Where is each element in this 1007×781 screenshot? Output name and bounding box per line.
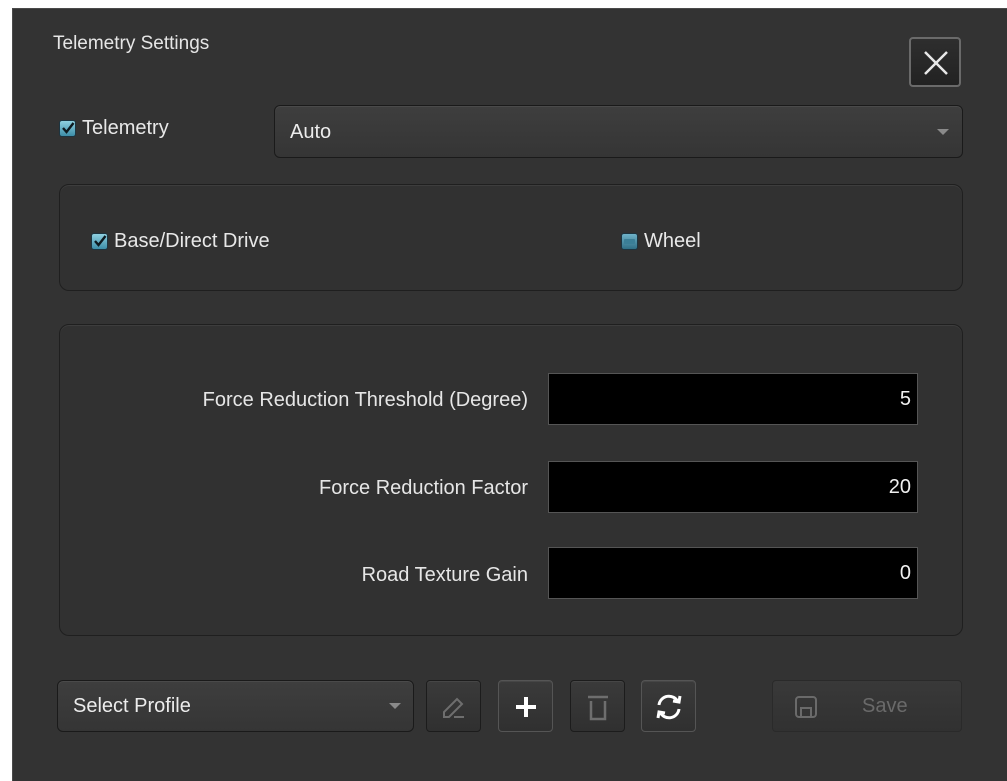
- profile-select-value: Select Profile: [73, 695, 191, 717]
- wheel-label: Wheel: [644, 230, 701, 252]
- checkbox-partial-icon: [621, 233, 638, 250]
- telemetry-mode-dropdown[interactable]: Auto: [274, 105, 963, 158]
- force-threshold-label: Force Reduction Threshold (Degree): [202, 389, 528, 411]
- force-factor-input[interactable]: 20: [548, 461, 918, 513]
- delete-icon: [588, 695, 608, 721]
- chevron-down-icon: [937, 129, 949, 135]
- force-threshold-input[interactable]: 5: [548, 373, 918, 425]
- telemetry-label: Telemetry: [82, 117, 169, 139]
- refresh-icon: [656, 694, 682, 720]
- telemetry-mode-value: Auto: [290, 121, 332, 143]
- telemetry-settings-dialog: Telemetry Settings Telemetry Auto Base/D…: [12, 8, 1007, 781]
- base-direct-drive-checkbox[interactable]: Base/Direct Drive: [91, 230, 270, 253]
- delete-profile-button[interactable]: [570, 680, 625, 732]
- save-label: Save: [862, 695, 908, 717]
- base-direct-drive-label: Base/Direct Drive: [114, 230, 270, 252]
- add-icon: [516, 697, 536, 717]
- road-texture-gain-label: Road Texture Gain: [361, 564, 528, 586]
- edit-profile-button[interactable]: [426, 680, 481, 732]
- telemetry-checkbox[interactable]: Telemetry: [59, 117, 169, 140]
- checkbox-checked-icon: [91, 233, 108, 250]
- force-factor-label: Force Reduction Factor: [319, 477, 528, 499]
- target-panel: Base/Direct Drive Wheel: [59, 184, 963, 291]
- wheel-checkbox[interactable]: Wheel: [621, 230, 701, 253]
- profile-select-dropdown[interactable]: Select Profile: [57, 680, 414, 732]
- dialog-title: Telemetry Settings: [53, 33, 210, 54]
- close-icon: [924, 51, 948, 75]
- save-button[interactable]: Save: [772, 680, 962, 732]
- add-profile-button[interactable]: [498, 680, 553, 732]
- close-button[interactable]: [909, 37, 961, 87]
- checkbox-checked-icon: [59, 120, 76, 137]
- chevron-down-icon: [389, 703, 401, 709]
- refresh-profile-button[interactable]: [641, 680, 696, 732]
- road-texture-gain-input[interactable]: 0: [548, 547, 918, 599]
- edit-icon: [443, 697, 464, 718]
- save-icon: [795, 696, 817, 718]
